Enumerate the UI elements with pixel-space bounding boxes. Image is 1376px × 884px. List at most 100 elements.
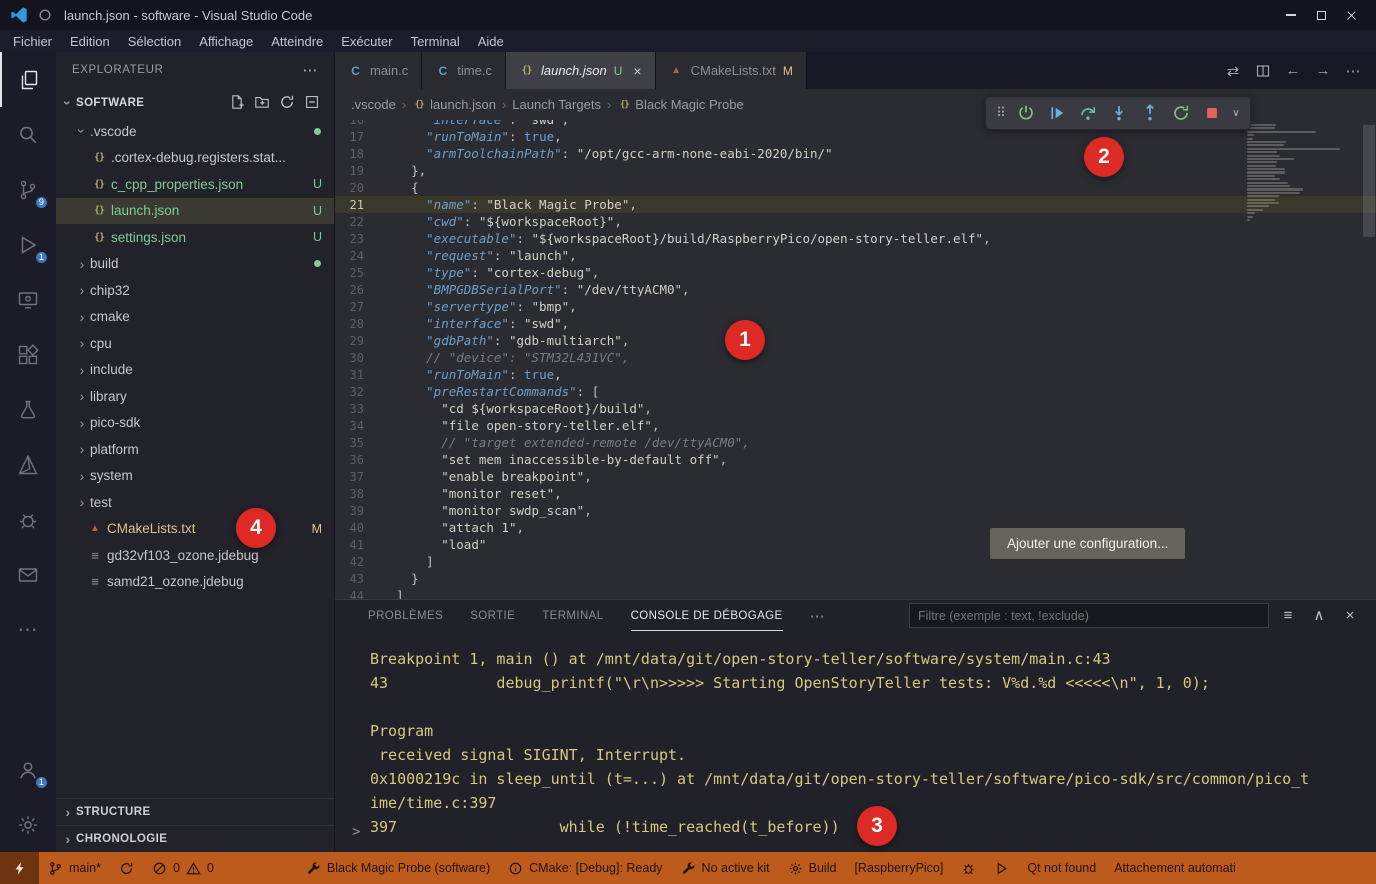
menu-aide[interactable]: Aide	[469, 30, 513, 52]
tab-time.c[interactable]: Ctime.c	[422, 52, 506, 89]
menu-edition[interactable]: Edition	[61, 30, 119, 52]
menu-selection[interactable]: Sélection	[119, 30, 190, 52]
activity-source-control[interactable]: 9	[0, 162, 56, 217]
tree-item-cpu[interactable]: ›cpu	[56, 330, 334, 357]
activity-search[interactable]	[0, 107, 56, 162]
console-prompt[interactable]: >	[352, 820, 360, 844]
activity-bug-tool[interactable]	[0, 492, 56, 547]
new-file-button[interactable]	[229, 94, 245, 113]
refresh-explorer-button[interactable]	[279, 94, 295, 113]
debug-stop-dropdown-icon[interactable]: ∨	[1229, 99, 1243, 127]
close-button[interactable]	[1336, 0, 1366, 30]
debug-restart-button[interactable]	[1167, 99, 1195, 127]
open-changes-button[interactable]: ⇄	[1220, 58, 1246, 84]
panel-close-button[interactable]: ×	[1338, 604, 1362, 628]
tree-item-build[interactable]: ›build	[56, 251, 334, 278]
section-chronologie[interactable]: ›CHRONOLOGIE	[56, 825, 334, 852]
editor-more-button[interactable]: ⋯	[1340, 58, 1366, 84]
panel-tab-sortie[interactable]: SORTIE	[470, 600, 515, 631]
activity-remote-explorer[interactable]	[0, 272, 56, 327]
explorer-more-icon[interactable]: ⋯	[302, 61, 318, 79]
status-git-branch[interactable]: main*	[39, 852, 110, 884]
navigate-forward-button[interactable]: →	[1310, 58, 1336, 84]
breadcrumb-item[interactable]: {}launch.json	[412, 97, 496, 112]
new-folder-button[interactable]	[254, 94, 270, 113]
close-tab-icon[interactable]: ×	[633, 63, 641, 79]
console-filter-input[interactable]	[909, 603, 1269, 628]
status-cmake-kit[interactable]: No active kit	[672, 852, 779, 884]
debug-console[interactable]: Breakpoint 1, main () at /mnt/data/git/o…	[335, 631, 1376, 852]
tab-CMakeLists.txt[interactable]: ▲CMakeLists.txtM	[656, 52, 807, 89]
activity-account[interactable]: 1	[0, 742, 56, 797]
debug-step-out-button[interactable]	[1136, 99, 1164, 127]
editor-scrollbar[interactable]	[1363, 125, 1375, 237]
activity-extensions[interactable]	[0, 327, 56, 382]
tree-item-system[interactable]: ›system	[56, 463, 334, 490]
tree-item-gd32vf103_ozone.jdebug[interactable]: ≡gd32vf103_ozone.jdebug	[56, 542, 334, 569]
menu-executer[interactable]: Exécuter	[332, 30, 401, 52]
debug-stop-button[interactable]	[1198, 99, 1226, 127]
status-cmake-target[interactable]: [RaspberryPico]	[845, 852, 952, 884]
tree-item-chip32[interactable]: ›chip32	[56, 277, 334, 304]
status-debug-launch-config[interactable]: Black Magic Probe (software)	[297, 852, 499, 884]
menu-affichage[interactable]: Affichage	[190, 30, 262, 52]
tree-item-include[interactable]: ›include	[56, 357, 334, 384]
panel-tab-terminal[interactable]: TERMINAL	[542, 600, 603, 631]
menu-fichier[interactable]: Fichier	[4, 30, 61, 52]
status-remote-indicator[interactable]	[0, 852, 39, 884]
tree-item-.cortex-debug.registers.stat...[interactable]: {}.cortex-debug.registers.stat...	[56, 145, 334, 172]
tree-item-library[interactable]: ›library	[56, 383, 334, 410]
navigate-back-button[interactable]: ←	[1280, 58, 1306, 84]
section-structure[interactable]: ›STRUCTURE	[56, 798, 334, 825]
tree-item-.vscode[interactable]: ›.vscode	[56, 118, 334, 145]
split-editor-button[interactable]	[1250, 58, 1276, 84]
collapse-folders-button[interactable]	[304, 94, 320, 113]
activity-packages[interactable]	[0, 547, 56, 602]
tree-item-c_cpp_properties.json[interactable]: {}c_cpp_properties.jsonU	[56, 171, 334, 198]
status-cmake-status[interactable]: CMake: [Debug]: Ready	[499, 852, 671, 884]
tree-item-test[interactable]: ›test	[56, 489, 334, 516]
status-qt-status[interactable]: Qt not found	[1018, 852, 1105, 884]
status-auto-attach[interactable]: Attachement automati	[1105, 852, 1245, 884]
debug-step-over-button[interactable]	[1074, 99, 1102, 127]
debug-step-into-button[interactable]	[1105, 99, 1133, 127]
tree-item-samd21_ozone.jdebug[interactable]: ≡samd21_ozone.jdebug	[56, 569, 334, 596]
panel-tab-proble-mes[interactable]: PROBLÈMES	[368, 600, 443, 631]
tree-item-CMakeLists.txt[interactable]: ▲CMakeLists.txtM	[56, 516, 334, 543]
activity-testing[interactable]	[0, 382, 56, 437]
status-cmake-launch[interactable]	[985, 852, 1018, 884]
activity-cmake[interactable]	[0, 437, 56, 492]
activity-run-debug[interactable]: 1	[0, 217, 56, 272]
status-cmake-build[interactable]: Build	[779, 852, 846, 884]
status-problems[interactable]: 00	[143, 852, 223, 884]
breadcrumb-item[interactable]: .vscode	[351, 97, 396, 112]
debug-continue-button[interactable]	[1043, 99, 1071, 127]
tree-item-platform[interactable]: ›platform	[56, 436, 334, 463]
tree-item-launch.json[interactable]: {}launch.jsonU	[56, 198, 334, 225]
activity-explorer[interactable]	[0, 52, 56, 107]
status-cmake-debug[interactable]	[952, 852, 985, 884]
debug-drag-handle[interactable]: ⠿	[993, 99, 1009, 127]
tab-launch.json[interactable]: {}launch.jsonU×	[506, 52, 656, 89]
menu-atteindre[interactable]: Atteindre	[262, 30, 332, 52]
activity-settings[interactable]	[0, 797, 56, 852]
panel-maximize-button[interactable]: ∧	[1307, 603, 1331, 627]
tree-item-pico-sdk[interactable]: ›pico-sdk	[56, 410, 334, 437]
section-header-software[interactable]: › SOFTWARE	[56, 88, 334, 118]
tree-item-settings.json[interactable]: {}settings.jsonU	[56, 224, 334, 251]
panel-tab-console-de-de-bogage[interactable]: CONSOLE DE DÉBOGAGE	[631, 600, 783, 631]
debug-power-button[interactable]	[1012, 99, 1040, 127]
code-editor[interactable]: 16 "interface": "swd",17 "runToMain": tr…	[335, 120, 1376, 599]
breadcrumb-item[interactable]: {}Black Magic Probe	[617, 97, 743, 112]
breadcrumb-item[interactable]: Launch Targets	[512, 97, 601, 112]
add-configuration-button[interactable]: Ajouter une configuration...	[990, 528, 1185, 559]
maximize-button[interactable]	[1306, 0, 1336, 30]
panel-more-icon[interactable]: ⋯	[810, 607, 825, 625]
output-filter-button[interactable]: ≡	[1276, 604, 1300, 628]
menu-terminal[interactable]: Terminal	[402, 30, 469, 52]
tab-main.c[interactable]: Cmain.c	[335, 52, 422, 89]
tree-item-cmake[interactable]: ›cmake	[56, 304, 334, 331]
activity-more[interactable]: ⋯	[0, 602, 56, 657]
status-sync-changes[interactable]	[110, 852, 143, 884]
minimize-button[interactable]	[1276, 0, 1306, 30]
